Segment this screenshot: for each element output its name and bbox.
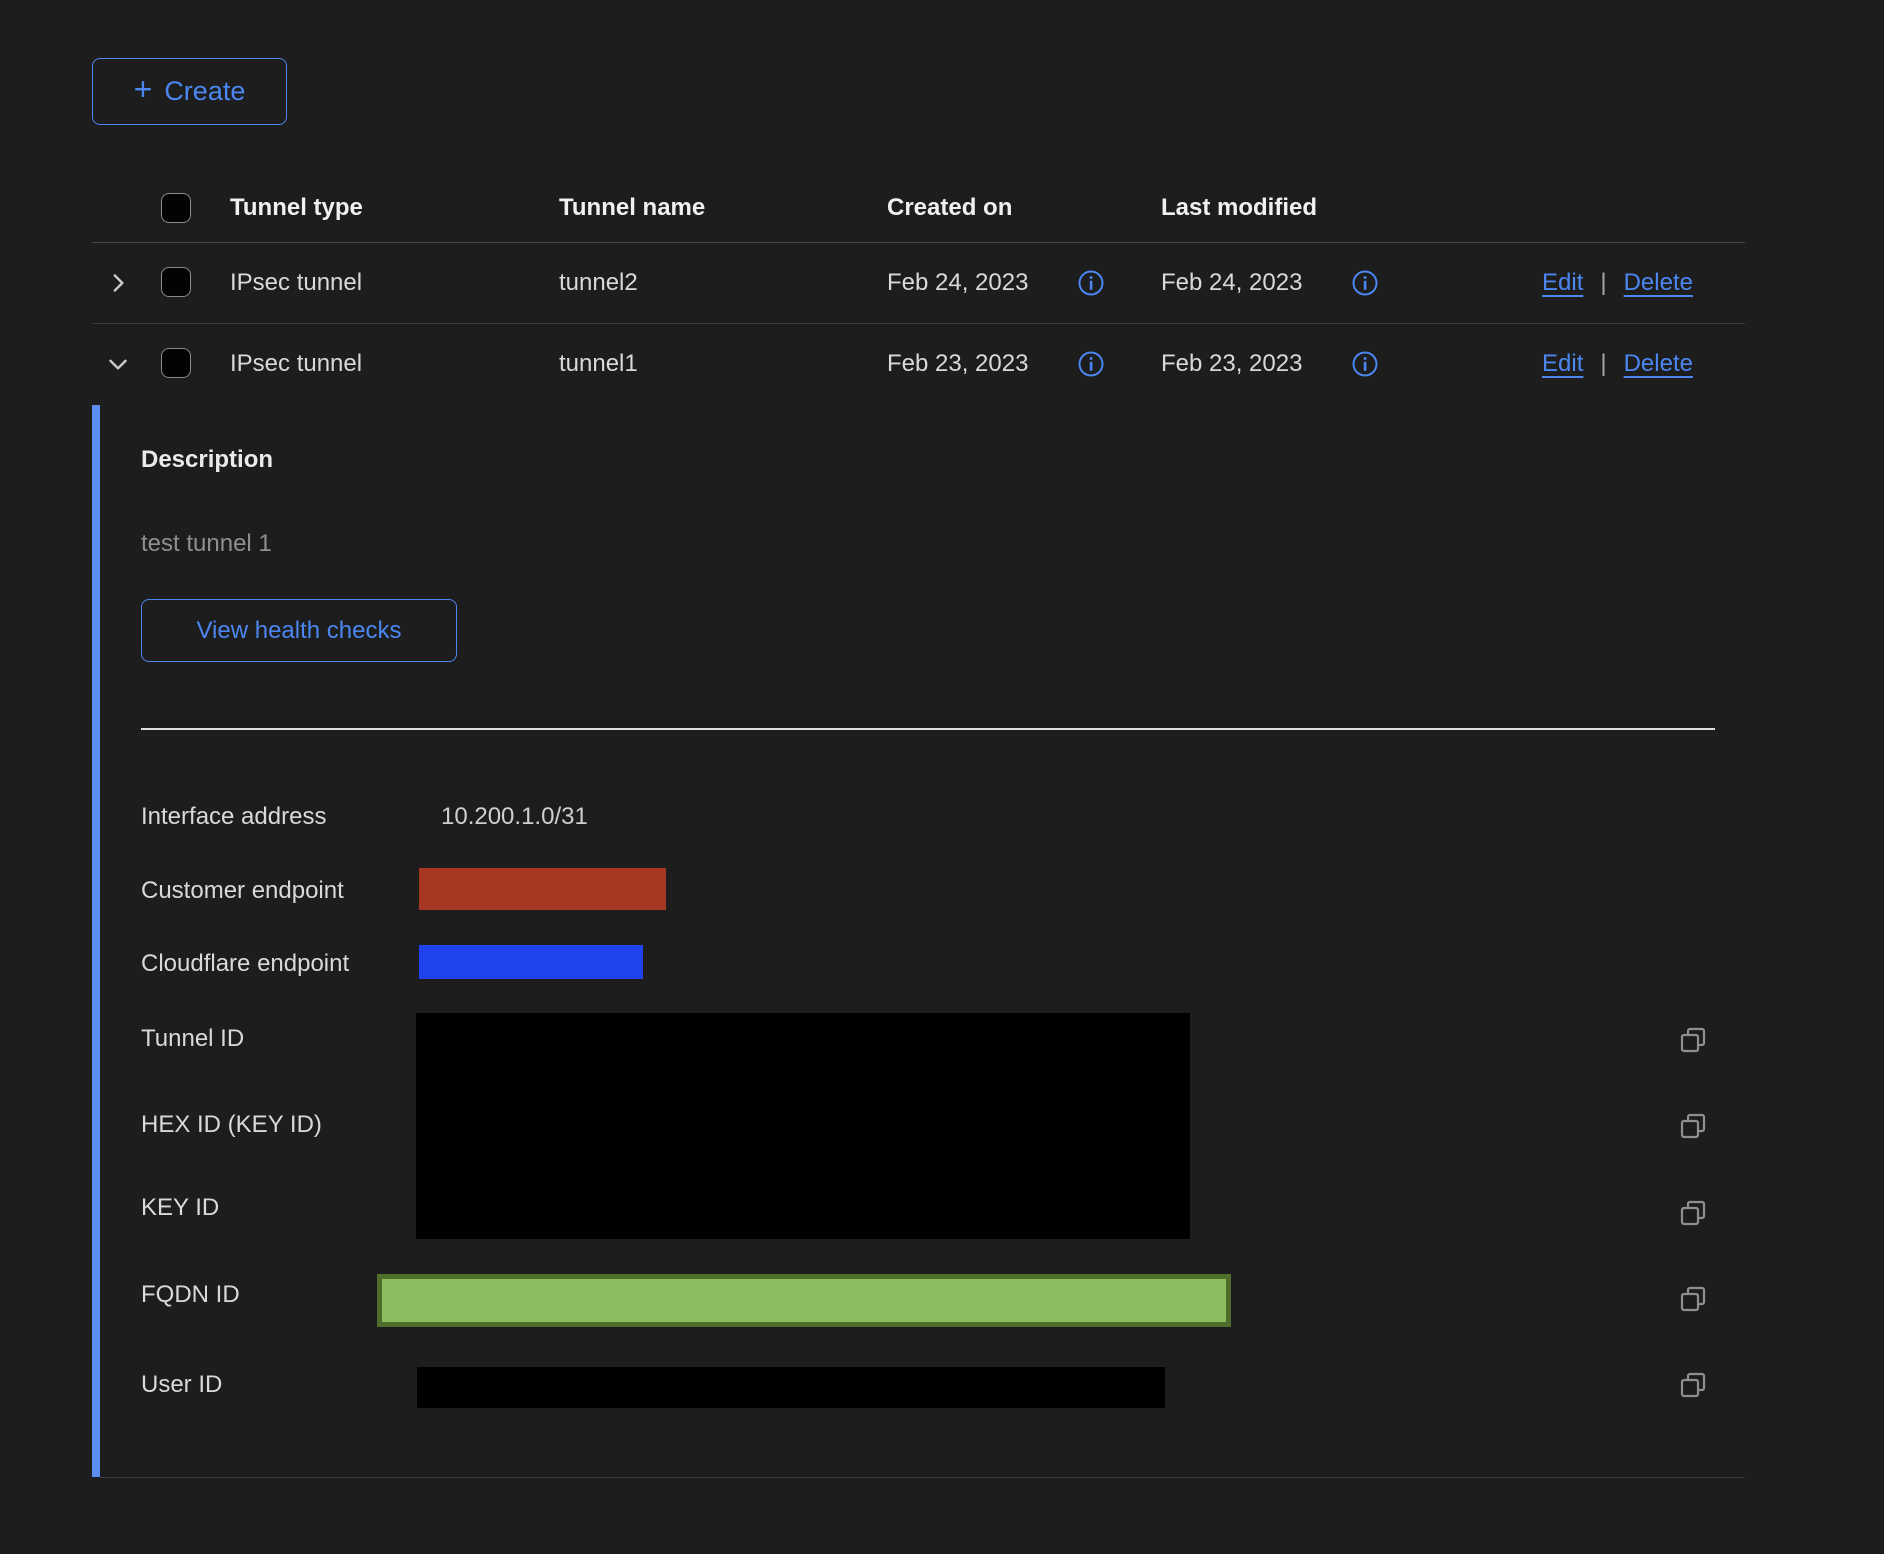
info-icon[interactable] xyxy=(1077,269,1105,297)
tunnel-type-cell: IPsec tunnel xyxy=(230,268,362,298)
tunnel-name-cell: tunnel2 xyxy=(559,268,638,298)
field-label-customer-endpoint: Customer endpoint xyxy=(141,876,344,906)
description-value: test tunnel 1 xyxy=(141,529,272,559)
row-checkbox[interactable] xyxy=(161,267,191,297)
created-on-cell: Feb 23, 2023 xyxy=(887,349,1028,379)
view-health-checks-label: View health checks xyxy=(196,617,401,645)
redacted-user-id xyxy=(417,1367,1165,1408)
last-modified-cell: Feb 24, 2023 xyxy=(1161,268,1302,298)
description-label: Description xyxy=(141,445,273,475)
created-on-cell: Feb 24, 2023 xyxy=(887,268,1028,298)
field-value-interface-address: 10.200.1.0/31 xyxy=(441,802,588,832)
table-row: IPsec tunnel tunnel1 Feb 23, 2023 Feb 23… xyxy=(90,323,1745,404)
edit-link[interactable]: Edit xyxy=(1542,349,1583,379)
field-label-interface-address: Interface address xyxy=(141,802,326,832)
info-icon[interactable] xyxy=(1077,350,1105,378)
actions-separator: | xyxy=(1600,349,1606,379)
redacted-cloudflare-endpoint xyxy=(419,945,643,979)
field-label-tunnel-id: Tunnel ID xyxy=(141,1024,244,1054)
field-label-hex-id: HEX ID (KEY ID) xyxy=(141,1110,322,1140)
column-header-created-on: Created on xyxy=(887,193,1012,223)
last-modified-cell: Feb 23, 2023 xyxy=(1161,349,1302,379)
view-health-checks-button[interactable]: View health checks xyxy=(141,599,457,662)
select-all-checkbox[interactable] xyxy=(161,193,191,223)
table-header: Tunnel type Tunnel name Created on Last … xyxy=(90,165,1745,242)
redacted-fqdn-id xyxy=(377,1274,1231,1327)
tunnel-name-cell: tunnel1 xyxy=(559,349,638,379)
field-label-user-id: User ID xyxy=(141,1370,222,1400)
row-checkbox[interactable] xyxy=(161,348,191,378)
column-header-tunnel-name: Tunnel name xyxy=(559,193,705,223)
redacted-id-values xyxy=(416,1013,1190,1239)
edit-link[interactable]: Edit xyxy=(1542,268,1583,298)
info-icon[interactable] xyxy=(1351,269,1379,297)
ipsec-tunnels-page: + Create Tunnel type Tunnel name Created… xyxy=(0,0,1884,1554)
create-button-label: Create xyxy=(164,76,245,107)
section-divider xyxy=(141,728,1715,730)
tunnel-detail-panel: Description test tunnel 1 View health ch… xyxy=(92,405,1745,1477)
panel-bottom-divider xyxy=(100,1477,1745,1478)
delete-link[interactable]: Delete xyxy=(1624,349,1693,379)
actions-separator: | xyxy=(1600,268,1606,298)
plus-icon: + xyxy=(134,71,153,108)
copy-icon[interactable] xyxy=(1677,1197,1709,1229)
create-button[interactable]: + Create xyxy=(92,58,287,125)
delete-link[interactable]: Delete xyxy=(1624,268,1693,298)
copy-icon[interactable] xyxy=(1677,1110,1709,1142)
copy-icon[interactable] xyxy=(1677,1024,1709,1056)
row-actions: Edit | Delete xyxy=(1542,268,1693,298)
info-icon[interactable] xyxy=(1351,350,1379,378)
field-label-fqdn-id: FQDN ID xyxy=(141,1280,240,1310)
chevron-right-icon[interactable] xyxy=(105,270,131,296)
tunnel-type-cell: IPsec tunnel xyxy=(230,349,362,379)
row-actions: Edit | Delete xyxy=(1542,349,1693,379)
copy-icon[interactable] xyxy=(1677,1369,1709,1401)
field-label-key-id: KEY ID xyxy=(141,1193,219,1223)
chevron-down-icon[interactable] xyxy=(105,351,131,377)
redacted-customer-endpoint xyxy=(419,868,666,910)
column-header-last-modified: Last modified xyxy=(1161,193,1317,223)
field-label-cloudflare-endpoint: Cloudflare endpoint xyxy=(141,949,349,979)
table-row: IPsec tunnel tunnel2 Feb 24, 2023 Feb 24… xyxy=(90,242,1745,323)
column-header-tunnel-type: Tunnel type xyxy=(230,193,363,223)
copy-icon[interactable] xyxy=(1677,1283,1709,1315)
